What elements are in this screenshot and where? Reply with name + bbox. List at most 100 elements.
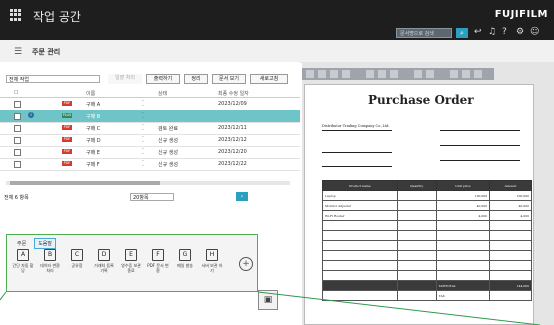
dock-item-share[interactable]: C 공유함: [65, 249, 89, 283]
row-date: 2023/12/20: [218, 149, 247, 155]
scrollbar-thumb[interactable]: [10, 181, 160, 185]
col-date[interactable]: 최종 수정 일자: [218, 90, 249, 97]
col-status[interactable]: 상태: [158, 90, 167, 97]
company-name: Distributor Trading Company Co.,Ltd.: [322, 124, 390, 128]
user-icon[interactable]: ☺: [530, 27, 539, 37]
dock-item-receipt[interactable]: E 영수증 보관 종료: [119, 249, 143, 283]
dock-tabs: 주문 도움말: [13, 238, 60, 249]
row-menu-icon[interactable]: · ·: [142, 147, 144, 158]
row-checkbox[interactable]: [14, 149, 21, 156]
row-date: 2023/12/09: [218, 101, 247, 107]
next-page-icon[interactable]: [426, 70, 434, 78]
divider: [322, 130, 392, 131]
viewer-tool-icon[interactable]: [342, 70, 350, 78]
row-status: 신규 생성: [158, 138, 178, 144]
sort-button[interactable]: 정리: [184, 74, 208, 84]
arrow-icon[interactable]: ↩: [474, 27, 482, 37]
dock-item-auto-assign[interactable]: A 간단 자동 할당: [11, 249, 35, 283]
row-menu-icon[interactable]: · ·: [142, 99, 144, 110]
row-name: 구매 B: [86, 114, 101, 120]
settings-icon[interactable]: ⚙: [516, 27, 524, 37]
row-name: 구매 E: [86, 150, 100, 156]
assign-icon: A: [17, 249, 29, 261]
viewer-tool-icon[interactable]: [306, 70, 314, 78]
row-date: 2023/12/11: [218, 125, 247, 131]
dock-item-label: 데이터 변환 처리: [40, 263, 60, 273]
tray-icon[interactable]: ▣: [258, 290, 278, 310]
close-icon[interactable]: [474, 70, 482, 78]
fit-icon[interactable]: [450, 70, 458, 78]
viewer-tool-icon[interactable]: [318, 70, 326, 78]
divider: [440, 130, 520, 131]
row-checkbox[interactable]: [14, 113, 21, 120]
table-row[interactable]: PDF 구매 F · · 신규 생성 2023/12/22: [0, 158, 300, 171]
row-menu-icon[interactable]: · ·: [142, 123, 144, 134]
next-page-button[interactable]: ›: [236, 192, 248, 201]
zoom-out-icon[interactable]: [378, 70, 386, 78]
page-title: 주문 관리: [32, 48, 61, 56]
rotate-icon[interactable]: [390, 70, 398, 78]
row-status: 신규 생성: [158, 150, 178, 156]
pdf-icon: PDF: [62, 125, 72, 130]
pdf-icon: PLUS: [62, 113, 72, 118]
menu-icon[interactable]: ☰: [14, 47, 22, 57]
row-checkbox[interactable]: [14, 161, 21, 168]
action-dock: 주문 도움말 A 간단 자동 할당 B 데이터 변환 처리 C 공유함 D 거래처 등록 …: [6, 234, 258, 292]
tab-help[interactable]: 도움말: [34, 238, 57, 249]
top-toolbar: [0, 30, 554, 40]
app-titlebar: 작업 공간 FUJIFILM: [0, 0, 554, 30]
notification-icon[interactable]: ♫: [488, 27, 496, 37]
row-checkbox[interactable]: [14, 137, 21, 144]
horizontal-scrollbar[interactable]: [6, 181, 290, 185]
dock-item-server[interactable]: H 서버 보관 하기: [200, 249, 224, 283]
row-checkbox[interactable]: [14, 101, 21, 108]
divider: [322, 152, 392, 153]
filter-select[interactable]: 전체 작업: [6, 75, 100, 83]
share-icon: C: [71, 249, 83, 261]
pdf-icon: PDF: [62, 161, 72, 166]
col-name[interactable]: 이름: [86, 90, 95, 97]
vendor-icon: D: [98, 249, 110, 261]
dock-item-label: PDF 문서 변환: [147, 263, 169, 273]
print-button[interactable]: 출력하기: [146, 74, 180, 84]
download-icon[interactable]: [462, 70, 470, 78]
zoom-in-icon[interactable]: [366, 70, 374, 78]
select-all-checkbox[interactable]: ☐: [14, 90, 18, 96]
dock-item-label: 공유함: [71, 263, 83, 268]
per-page-select[interactable]: 20항목: [130, 193, 174, 201]
row-checkbox[interactable]: [14, 125, 21, 132]
col-quantity: Quantity: [396, 180, 437, 191]
dock-item-pdf[interactable]: F PDF 문서 변환: [146, 249, 170, 283]
dock-item-label: 영수증 보관 종료: [121, 263, 141, 273]
row-name: 구매 C: [86, 126, 101, 132]
row-menu-icon[interactable]: · ·: [142, 111, 144, 122]
row-date: 2023/12/12: [218, 137, 247, 143]
prev-page-icon[interactable]: [414, 70, 422, 78]
subtotal-row: SUBTOTAL 144,000: [322, 280, 532, 291]
line-item: Monitor Adjuster 40,000 40,000: [322, 200, 532, 211]
help-icon[interactable]: ?: [502, 27, 507, 37]
batch-button[interactable]: 일괄 처리: [108, 74, 142, 84]
row-status: 검토 완료: [158, 126, 178, 132]
row-status: 신규 생성: [158, 162, 178, 168]
document-title: Purchase Order: [368, 93, 474, 107]
dock-item-label: 서버 보관 하기: [201, 263, 223, 273]
dock-item-label: 간단 자동 할당: [12, 263, 34, 273]
refresh-button[interactable]: 새로고침: [250, 74, 288, 84]
row-name: 구매 F: [86, 162, 100, 168]
search-button[interactable]: ⌕: [456, 28, 468, 38]
viewer-tool-icon[interactable]: [330, 70, 338, 78]
app-grid-icon[interactable]: [10, 9, 22, 21]
view-button[interactable]: 문서 보기: [212, 74, 246, 84]
row-menu-icon[interactable]: · ·: [142, 159, 144, 170]
convert-icon: B: [44, 249, 56, 261]
line-items-table: Product name Quantity Unit price Amount …: [322, 180, 532, 301]
search-input[interactable]: 문서명으로 검색: [396, 28, 452, 38]
add-action-button[interactable]: +: [239, 257, 253, 271]
dock-item-vendor[interactable]: D 거래처 등록 기록: [92, 249, 116, 283]
row-menu-icon[interactable]: · ·: [142, 135, 144, 146]
dock-item-mail[interactable]: G 메일 발송: [173, 249, 197, 283]
col-unit-price: Unit price: [435, 180, 491, 191]
tab-order[interactable]: 주문: [13, 238, 30, 249]
dock-item-convert[interactable]: B 데이터 변환 처리: [38, 249, 62, 283]
